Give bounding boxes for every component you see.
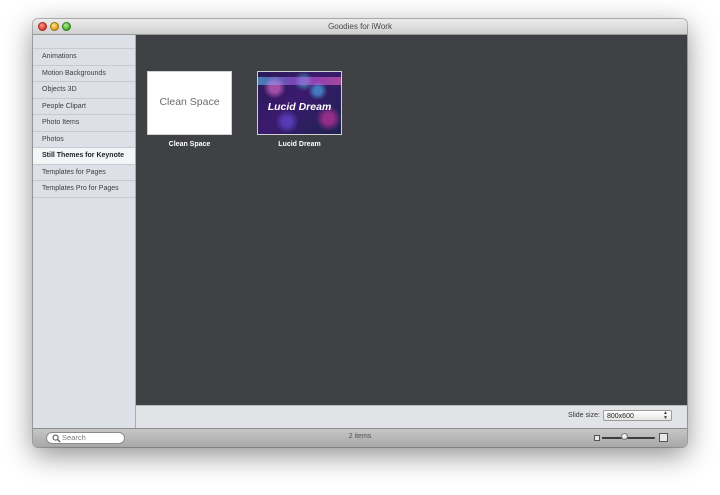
zoom-slider-thumb[interactable] xyxy=(620,433,628,440)
status-bar: 2 items xyxy=(33,428,687,447)
sidebar-header-spacer xyxy=(33,35,135,49)
item-count: 2 items xyxy=(348,433,372,440)
zoom-large-icon[interactable] xyxy=(659,433,668,442)
theme-thumbnail-clean-space[interactable]: Clean Space xyxy=(147,71,232,135)
thumbnail-preview-text: Clean Space xyxy=(159,96,220,108)
sidebar-item-animations[interactable]: Animations xyxy=(33,49,135,66)
sidebar-item-objects-3d[interactable]: Objects 3D xyxy=(33,82,135,99)
sidebar-item-photos[interactable]: Photos xyxy=(33,132,135,148)
thumbnail-decoration xyxy=(258,77,341,85)
theme-thumbnail-lucid-dream[interactable]: Lucid Dream xyxy=(257,71,342,135)
theme-browser: Clean Space Clean Space Lucid Dream Luci… xyxy=(136,35,687,405)
slide-size-label: Slide size: xyxy=(568,412,600,419)
window-title: Goodies for iWork xyxy=(328,22,392,31)
sidebar-item-still-themes[interactable]: Still Themes for Keynote xyxy=(33,148,135,165)
updown-arrows-icon: ▲ ▼ xyxy=(663,410,668,421)
zoom-slider[interactable] xyxy=(602,437,655,439)
zoom-small-icon[interactable] xyxy=(594,435,600,441)
title-bar[interactable]: Goodies for iWork xyxy=(33,19,687,35)
sidebar-item-photo-items[interactable]: Photo Items xyxy=(33,115,135,132)
options-bar: Slide size: 800x600 ▲ ▼ xyxy=(136,405,687,428)
sidebar: Animations Motion Backgrounds Objects 3D… xyxy=(33,35,136,428)
sidebar-item-motion-backgrounds[interactable]: Motion Backgrounds xyxy=(33,66,135,82)
sidebar-item-templates-pages[interactable]: Templates for Pages xyxy=(33,165,135,181)
sidebar-item-templates-pro-pages[interactable]: Templates Pro for Pages xyxy=(33,181,135,198)
slide-size-select[interactable]: 800x600 ▲ ▼ xyxy=(603,410,672,421)
theme-caption: Clean Space xyxy=(168,141,211,148)
sidebar-item-people-clipart[interactable]: People Clipart xyxy=(33,99,135,115)
slide-size-value: 800x600 xyxy=(607,413,634,420)
app-window: Goodies for iWork Animations Motion Back… xyxy=(33,19,687,447)
thumbnail-preview-text: Lucid Dream xyxy=(267,101,332,113)
theme-caption: Lucid Dream xyxy=(278,141,321,148)
